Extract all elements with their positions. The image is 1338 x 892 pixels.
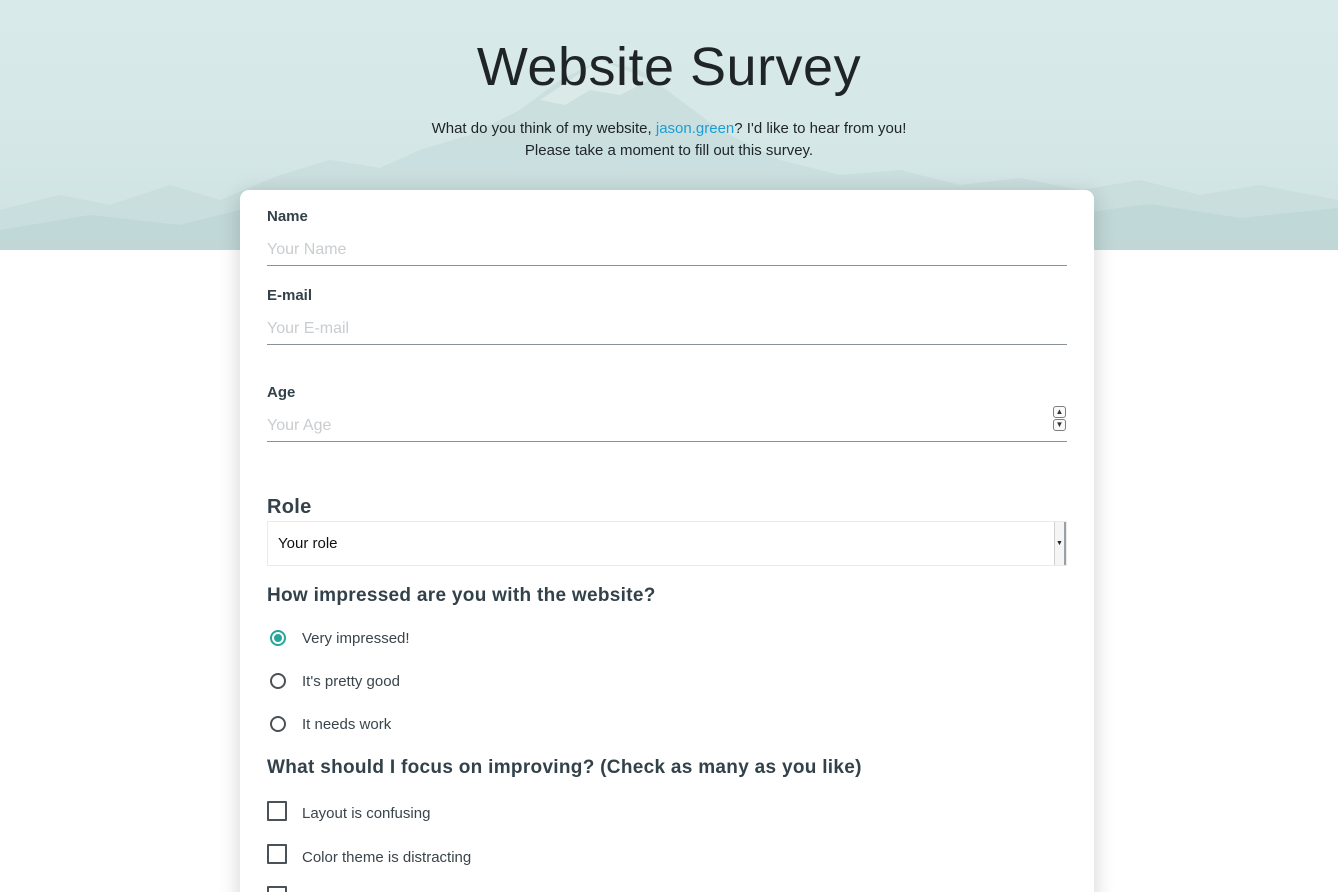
chevron-down-icon[interactable]: ▼ [1053, 419, 1066, 431]
impression-option-label: It needs work [302, 716, 392, 733]
role-title: Role [267, 496, 312, 518]
checkbox[interactable] [267, 801, 287, 821]
impression-option-label: Very impressed! [302, 630, 410, 647]
improve-option[interactable]: Color theme is distracting [267, 844, 867, 868]
radio-button[interactable] [270, 716, 286, 732]
name-input[interactable] [267, 234, 1067, 266]
improve-option[interactable]: Layout is confusing [267, 801, 867, 825]
intro-line-1: What do you think of my website, jason.g… [0, 118, 1338, 140]
age-stepper[interactable]: ▲ ▼ [1053, 406, 1066, 432]
username-link[interactable]: jason.green [656, 120, 734, 137]
chevron-up-icon[interactable]: ▲ [1053, 406, 1066, 418]
improve-option[interactable] [267, 886, 867, 892]
impression-question: How impressed are you with the website? [267, 585, 656, 606]
impression-option[interactable]: It needs work [267, 713, 867, 737]
page-title: Website Survey [476, 37, 862, 97]
impression-option[interactable]: It's pretty good [267, 670, 867, 694]
email-label: E-mail [267, 287, 313, 304]
intro-text-after: ? I'd like to hear from you! [734, 120, 907, 137]
improve-option-label: Layout is confusing [302, 805, 431, 822]
checkbox[interactable] [267, 844, 287, 864]
improve-question: What should I focus on improving? (Check… [267, 757, 862, 778]
role-select[interactable]: Your role ▼ [267, 521, 1067, 566]
impression-option[interactable]: Very impressed! [267, 627, 867, 651]
age-label: Age [267, 384, 296, 401]
intro-text: What do you think of my website, jason.g… [0, 118, 1338, 162]
intro-line-2: Please take a moment to fill out this su… [524, 142, 814, 159]
checkbox[interactable] [267, 886, 287, 892]
email-input[interactable] [267, 313, 1067, 345]
radio-button[interactable] [270, 673, 286, 689]
intro-text-before: What do you think of my website, [431, 120, 656, 137]
survey-form-card: Name E-mail Age ▲ ▼ Role Your role ▼ How… [240, 190, 1094, 892]
radio-button-checked[interactable] [270, 630, 286, 646]
age-input[interactable] [267, 410, 1067, 442]
dropdown-arrow-icon[interactable]: ▼ [1054, 522, 1066, 565]
name-label: Name [267, 208, 308, 225]
impression-option-label: It's pretty good [302, 673, 400, 690]
improve-option-label: Color theme is distracting [302, 849, 472, 866]
role-select-value: Your role [278, 535, 338, 552]
